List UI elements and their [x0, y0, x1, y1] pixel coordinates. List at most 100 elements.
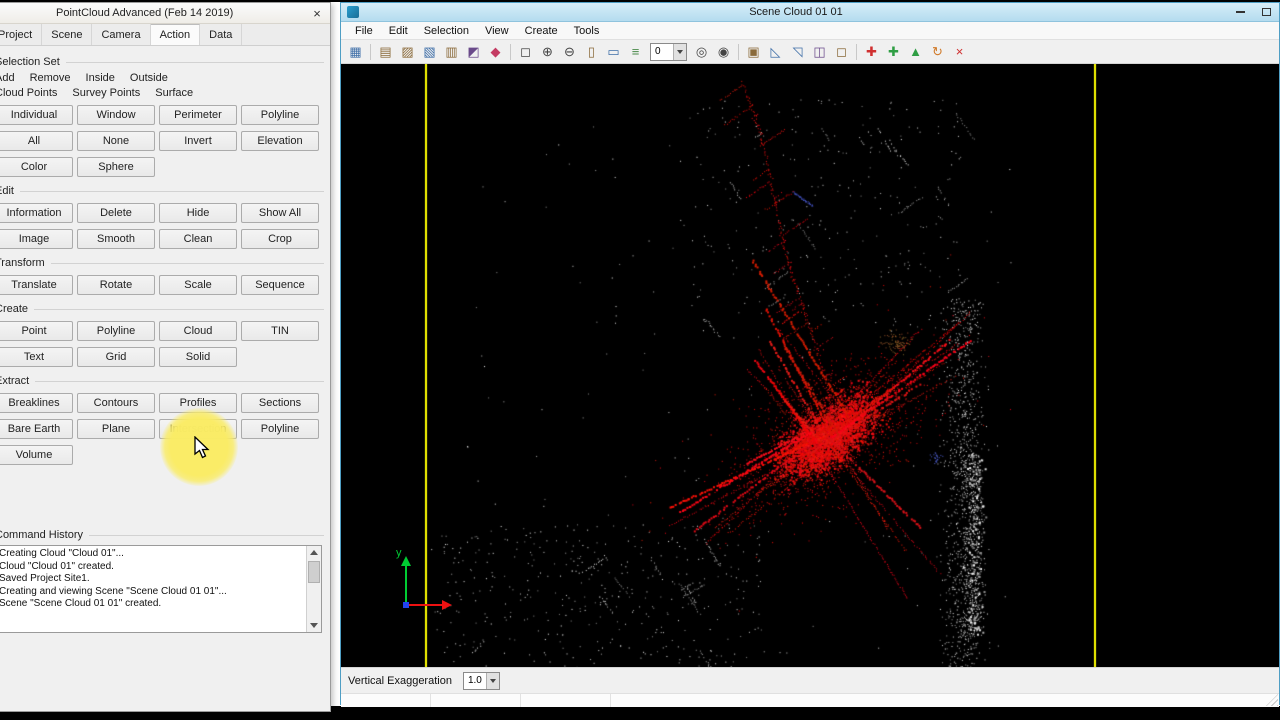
menu-selection[interactable]: Selection — [416, 25, 477, 37]
polyline-button[interactable]: Polyline — [241, 419, 319, 439]
radio-survey-points[interactable]: Survey Points — [72, 87, 140, 99]
tab-data[interactable]: Data — [200, 24, 243, 45]
section-view-icon[interactable]: ◫ — [809, 42, 830, 62]
pick-point-icon[interactable]: ▲ — [905, 42, 926, 62]
history-scrollbar[interactable] — [306, 546, 321, 632]
render-mode-icon[interactable]: ◩ — [463, 42, 484, 62]
translate-button[interactable]: Translate — [0, 275, 73, 295]
tab-camera[interactable]: Camera — [92, 24, 151, 45]
radio-add[interactable]: Add — [0, 72, 15, 84]
show-all-button[interactable]: Show All — [241, 203, 319, 223]
scroll-up-icon[interactable] — [310, 550, 318, 555]
display-scale-select[interactable]: 0 — [650, 42, 687, 61]
viewport[interactable]: y — [341, 64, 1279, 667]
polyline-button[interactable]: Polyline — [77, 321, 155, 341]
scroll-down-icon[interactable] — [310, 623, 318, 628]
left-titlebar[interactable]: PointCloud Advanced (Feb 14 2019) × — [0, 3, 330, 24]
radio-remove[interactable]: Remove — [30, 72, 71, 84]
menu-tools[interactable]: Tools — [566, 25, 608, 37]
layers-icon[interactable]: ≡ — [625, 42, 646, 62]
rotate-view-icon[interactable]: ↻ — [927, 42, 948, 62]
perimeter-button[interactable]: Perimeter — [159, 105, 237, 125]
menu-create[interactable]: Create — [517, 25, 566, 37]
clean-button[interactable]: Clean — [159, 229, 237, 249]
none-button[interactable]: None — [77, 131, 155, 151]
window-button[interactable]: Window — [77, 105, 155, 125]
zoom-selected-icon[interactable]: ◉ — [713, 42, 734, 62]
image-button[interactable]: Image — [0, 229, 73, 249]
command-history-box[interactable]: Creating Cloud "Cloud 01"... Cloud "Cloud… — [0, 545, 322, 633]
display-settings-icon[interactable]: ▤ — [375, 42, 396, 62]
radio-inside[interactable]: Inside — [86, 72, 115, 84]
rotate-button[interactable]: Rotate — [77, 275, 155, 295]
cloud-display-icon[interactable]: ▧ — [419, 42, 440, 62]
zoom-in-icon[interactable]: ⊕ — [537, 42, 558, 62]
views-layout-icon[interactable]: ▦ — [345, 42, 366, 62]
page-view-icon[interactable]: ▯ — [581, 42, 602, 62]
point-cloud-canvas[interactable] — [341, 64, 1279, 667]
scrollbar-thumb[interactable] — [308, 561, 320, 583]
menu-view[interactable]: View — [477, 25, 517, 37]
smooth-button[interactable]: Smooth — [77, 229, 155, 249]
zoom-extents-icon[interactable]: ◎ — [691, 42, 712, 62]
close-icon[interactable]: × — [304, 4, 330, 23]
vertical-exaggeration-select[interactable]: 1.0 — [462, 671, 500, 690]
zoom-window-icon[interactable]: ◻ — [515, 42, 536, 62]
maximize-button[interactable] — [1253, 4, 1279, 21]
chevron-down-icon[interactable] — [673, 43, 686, 60]
scale-button[interactable]: Scale — [159, 275, 237, 295]
bare-earth-button[interactable]: Bare Earth — [0, 419, 73, 439]
sequence-button[interactable]: Sequence — [241, 275, 319, 295]
delete-selection-icon[interactable]: × — [949, 42, 970, 62]
menu-file[interactable]: File — [347, 25, 381, 37]
individual-button[interactable]: Individual — [0, 105, 73, 125]
tab-project[interactable]: Project — [0, 24, 43, 45]
grid-button[interactable]: Grid — [77, 347, 155, 367]
hide-button[interactable]: Hide — [159, 203, 237, 223]
menu-edit[interactable]: Edit — [381, 25, 416, 37]
scene-display-icon[interactable]: ▥ — [441, 42, 462, 62]
radio-cloud-points[interactable]: Cloud Points — [0, 87, 57, 99]
tab-scene[interactable]: Scene — [42, 24, 93, 45]
elevation-button[interactable]: Elevation — [241, 131, 319, 151]
minimize-button[interactable] — [1227, 4, 1253, 21]
solid-button[interactable]: Solid — [159, 347, 237, 367]
grid-view-icon[interactable]: ◻ — [831, 42, 852, 62]
sections-button[interactable]: Sections — [241, 393, 319, 413]
sphere-button[interactable]: Sphere — [77, 157, 155, 177]
all-button[interactable]: All — [0, 131, 73, 151]
add-point-icon[interactable]: ✚ — [861, 42, 882, 62]
radio-surface[interactable]: Surface — [155, 87, 193, 99]
crop-button[interactable]: Crop — [241, 229, 319, 249]
measure-icon[interactable]: ▭ — [603, 42, 624, 62]
profiles-button[interactable]: Profiles — [159, 393, 237, 413]
invert-button[interactable]: Invert — [159, 131, 237, 151]
profile-view-icon[interactable]: ◺ — [765, 42, 786, 62]
delete-button[interactable]: Delete — [77, 203, 155, 223]
intersection-button[interactable]: Intersection — [159, 419, 237, 439]
resize-grip[interactable] — [1266, 694, 1278, 706]
volume-button[interactable]: Volume — [0, 445, 73, 465]
breaklines-button[interactable]: Breaklines — [0, 393, 73, 413]
toolbar-glyph: ◻ — [520, 44, 531, 59]
plane-button[interactable]: Plane — [77, 419, 155, 439]
chart-view-icon[interactable]: ◹ — [787, 42, 808, 62]
cloud-button[interactable]: Cloud — [159, 321, 237, 341]
radio-outside[interactable]: Outside — [130, 72, 168, 84]
text-button[interactable]: Text — [0, 347, 73, 367]
contours-button[interactable]: Contours — [77, 393, 155, 413]
point-display-icon[interactable]: ▨ — [397, 42, 418, 62]
clear-view-icon[interactable]: ◆ — [485, 42, 506, 62]
right-titlebar[interactable]: Scene Cloud 01 01 — [341, 3, 1279, 22]
chevron-down-icon[interactable] — [485, 672, 499, 689]
tin-button[interactable]: TIN — [241, 321, 319, 341]
point-button[interactable]: Point — [0, 321, 73, 341]
color-button[interactable]: Color — [0, 157, 73, 177]
add-cloud-icon[interactable]: ✚ — [883, 42, 904, 62]
image-capture-icon[interactable]: ▣ — [743, 42, 764, 62]
tab-action[interactable]: Action — [150, 24, 201, 45]
zoom-out-icon[interactable]: ⊖ — [559, 42, 580, 62]
polyline-button[interactable]: Polyline — [241, 105, 319, 125]
information-button[interactable]: Information — [0, 203, 73, 223]
status-cell — [431, 694, 521, 707]
